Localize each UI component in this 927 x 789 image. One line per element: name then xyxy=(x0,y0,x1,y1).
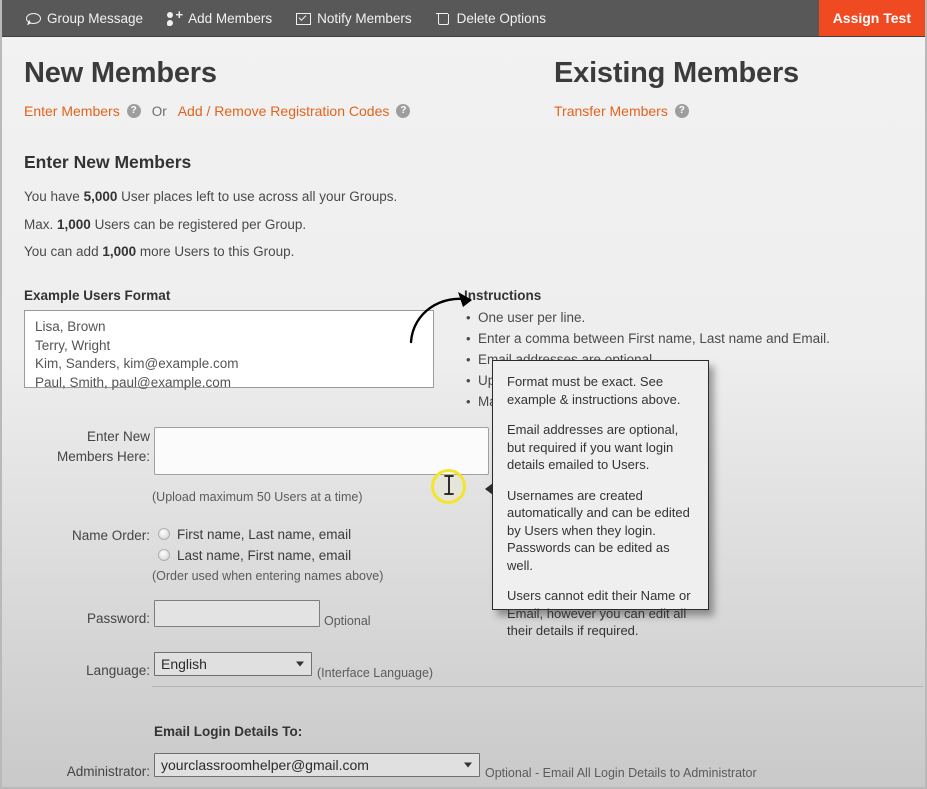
help-icon-registration-codes[interactable]: ? xyxy=(396,104,411,118)
envelope-check-icon xyxy=(296,11,312,26)
link-enter-members[interactable]: Enter Members xyxy=(24,103,120,119)
example-line-1: Lisa, Brown xyxy=(35,319,106,334)
example-line-4: Paul, Smith, paul@example.com xyxy=(35,374,232,390)
email-login-details-heading: Email Login Details To: xyxy=(154,724,303,739)
tooltip-paragraph: Users cannot edit their Name or Email, h… xyxy=(507,588,691,638)
section-heading-enter-new-members: Enter New Members xyxy=(24,152,192,172)
tooltip-paragraph: Format must be exact. See example & inst… xyxy=(507,374,681,407)
language-label: Language: xyxy=(86,663,150,678)
radio-last-name-first-name-email[interactable] xyxy=(158,549,170,561)
toolbar-item-group-message-label: Group Message xyxy=(47,10,144,26)
help-tooltip-popup: Format must be exact. See example & inst… xyxy=(485,360,709,638)
assign-test-button[interactable]: Assign Test xyxy=(818,0,925,36)
instruction-item: One user per line. xyxy=(464,307,924,328)
administrator-select[interactable]: yourclassroomhelper@gmail.com xyxy=(154,753,480,777)
user-plus-icon xyxy=(167,8,183,26)
info-line-can-add: You can add 1,000 more Users to this Gro… xyxy=(24,244,295,259)
trash-icon xyxy=(436,11,451,26)
toolbar-item-notify-members-label: Notify Members xyxy=(317,10,412,26)
password-optional-hint: Optional xyxy=(324,614,371,628)
radio-first-name-last-name-email[interactable] xyxy=(158,528,170,540)
enter-new-members-label: Enter New Members Here: xyxy=(56,429,150,464)
or-separator: Or xyxy=(151,103,167,119)
new-members-links: Enter Members ? Or Add / Remove Registra… xyxy=(24,103,411,119)
toolbar-actions: Group Message Add Members Notify Members… xyxy=(2,0,819,36)
toolbar-item-notify-members[interactable]: Notify Members xyxy=(284,0,424,36)
language-select[interactable]: English xyxy=(154,652,312,676)
example-line-2: Terry, Wright xyxy=(35,337,111,353)
administrator-label: Administrator: xyxy=(66,764,150,779)
language-select-value: English xyxy=(161,656,207,672)
radio-label-first-name-order[interactable]: First name, Last name, email xyxy=(177,527,351,542)
instruction-item: Enter a comma between First name, Last n… xyxy=(464,328,924,349)
existing-members-links: Transfer Members ? xyxy=(554,103,689,119)
help-icon-enter-members[interactable]: ? xyxy=(126,104,141,118)
page-title-new-members: New Members xyxy=(24,57,217,89)
help-icon-transfer-members[interactable]: ? xyxy=(674,104,689,118)
section-divider xyxy=(152,686,923,687)
link-transfer-members[interactable]: Transfer Members xyxy=(554,103,668,119)
application-window: Group Message Add Members Notify Members… xyxy=(0,0,927,789)
info-line-user-places: You have 5,000 User places left to use a… xyxy=(24,189,398,204)
tooltip-pointer-icon xyxy=(485,483,493,495)
toolbar-item-add-members[interactable]: Add Members xyxy=(155,0,284,36)
text-cursor-icon xyxy=(444,475,454,495)
speech-bubble-icon xyxy=(26,11,41,26)
upload-max-hint: (Upload maximum 50 Users at a time) xyxy=(152,490,363,504)
top-toolbar: Group Message Add Members Notify Members… xyxy=(2,0,925,37)
name-order-hint: (Order used when entering names above) xyxy=(152,569,384,583)
administrator-optional-hint: Optional - Email All Login Details to Ad… xyxy=(485,766,757,780)
page-title-existing-members: Existing Members xyxy=(554,57,799,89)
chevron-down-icon xyxy=(464,762,472,768)
name-order-label: Name Order: xyxy=(71,528,150,543)
info-line-max-users: Max. 1,000 Users can be registered per G… xyxy=(24,217,307,232)
enter-new-members-textarea[interactable] xyxy=(154,427,489,475)
link-add-remove-registration-codes[interactable]: Add / Remove Registration Codes xyxy=(178,103,390,119)
tooltip-paragraph: Usernames are created automatically and … xyxy=(507,487,690,573)
annotation-curved-arrow xyxy=(409,292,472,344)
page-content: New Members Enter Members ? Or Add / Rem… xyxy=(2,37,925,787)
tooltip-paragraph: Email addresses are optional, but requir… xyxy=(507,422,679,472)
password-label: Password: xyxy=(86,611,150,626)
toolbar-item-delete-options[interactable]: Delete Options xyxy=(424,0,558,36)
chevron-down-icon xyxy=(296,661,304,667)
example-line-3: Kim, Sanders, kim@example.com xyxy=(35,356,239,371)
toolbar-item-add-members-label: Add Members xyxy=(188,10,273,26)
example-users-format-label: Example Users Format xyxy=(24,288,171,303)
example-users-format-box: Lisa, Brown Terry, Wright Kim, Sanders, … xyxy=(24,310,434,390)
toolbar-item-delete-options-label: Delete Options xyxy=(456,10,546,26)
administrator-select-value: yourclassroomhelper@gmail.com xyxy=(161,757,369,773)
radio-label-last-name-order[interactable]: Last name, First name, email xyxy=(177,548,351,563)
toolbar-item-group-message[interactable]: Group Message xyxy=(14,0,155,36)
interface-language-hint: (Interface Language) xyxy=(317,666,434,680)
password-input[interactable] xyxy=(154,600,320,627)
